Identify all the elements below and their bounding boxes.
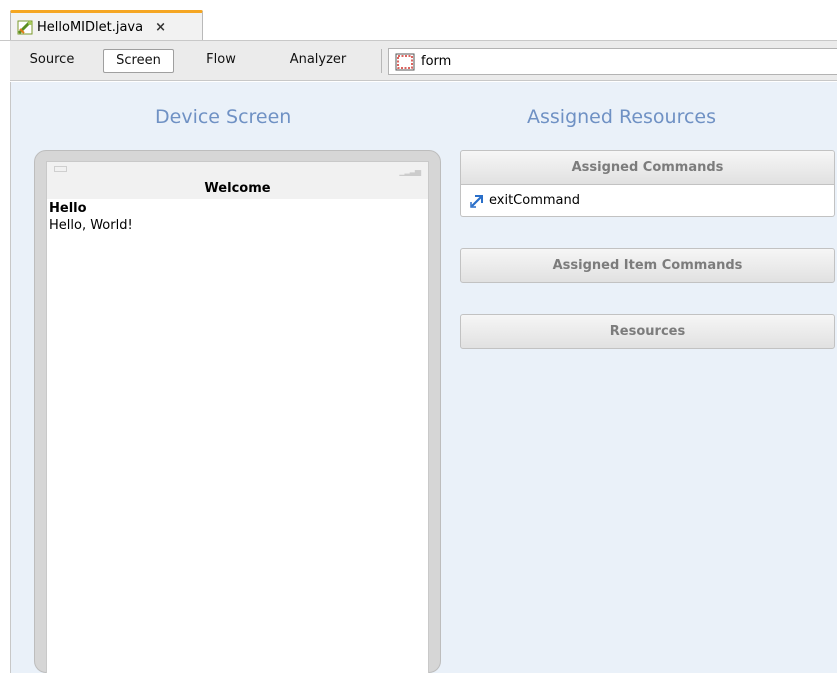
file-tab-label: HelloMIDlet.java <box>37 19 144 35</box>
string-item-label[interactable]: Hello <box>49 201 87 216</box>
exit-command-label: exitCommand <box>489 193 580 208</box>
tab-screen[interactable]: Screen <box>103 49 174 73</box>
editor-tab-strip: HelloMIDlet.java × <box>0 0 837 41</box>
screen-title-bar: ▁▂▃▅ Welcome <box>47 162 428 199</box>
file-tab-hellomidlet[interactable]: HelloMIDlet.java × <box>10 10 203 41</box>
exit-command-icon <box>470 194 483 208</box>
view-toolbar: Source Screen Flow Analyzer form <box>10 41 837 81</box>
form-selector[interactable]: form <box>388 48 837 75</box>
exit-command-item[interactable]: exitCommand <box>469 193 580 209</box>
java-source-icon <box>17 20 33 34</box>
battery-icon <box>54 166 67 172</box>
screen-design-area: Device Screen ▁▂▃▅ Welcome Hello Hello, … <box>10 82 837 673</box>
close-tab-icon[interactable]: × <box>155 20 166 35</box>
device-screen[interactable]: ▁▂▃▅ Welcome Hello Hello, World! <box>46 161 429 673</box>
resources-header[interactable]: Resources <box>460 314 835 349</box>
screen-title: Welcome <box>204 181 271 196</box>
tab-source[interactable]: Source <box>24 49 80 73</box>
tab-analyzer[interactable]: Analyzer <box>281 49 355 73</box>
device-frame: ▁▂▃▅ Welcome Hello Hello, World! <box>34 150 441 673</box>
tab-flow[interactable]: Flow <box>200 49 242 73</box>
assigned-commands-header[interactable]: Assigned Commands <box>460 150 835 185</box>
device-screen-heading: Device Screen <box>155 106 292 128</box>
assigned-resources-heading: Assigned Resources <box>527 106 716 128</box>
toolbar-separator <box>381 49 382 73</box>
form-icon <box>395 53 415 70</box>
assigned-item-commands-header[interactable]: Assigned Item Commands <box>460 248 835 283</box>
form-selector-label: form <box>421 54 452 69</box>
assigned-commands-list: exitCommand <box>460 185 835 217</box>
string-item-text[interactable]: Hello, World! <box>49 218 133 233</box>
signal-strength-icon: ▁▂▃▅ <box>399 167 421 176</box>
